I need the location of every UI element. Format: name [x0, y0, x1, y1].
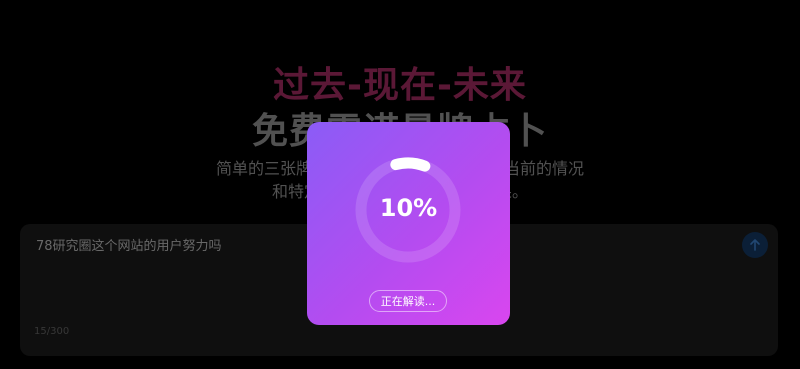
loading-modal: 10% 正在解读... — [307, 122, 510, 325]
status-label: 正在解读... — [369, 290, 447, 312]
progress-percent: 10% — [379, 194, 438, 222]
